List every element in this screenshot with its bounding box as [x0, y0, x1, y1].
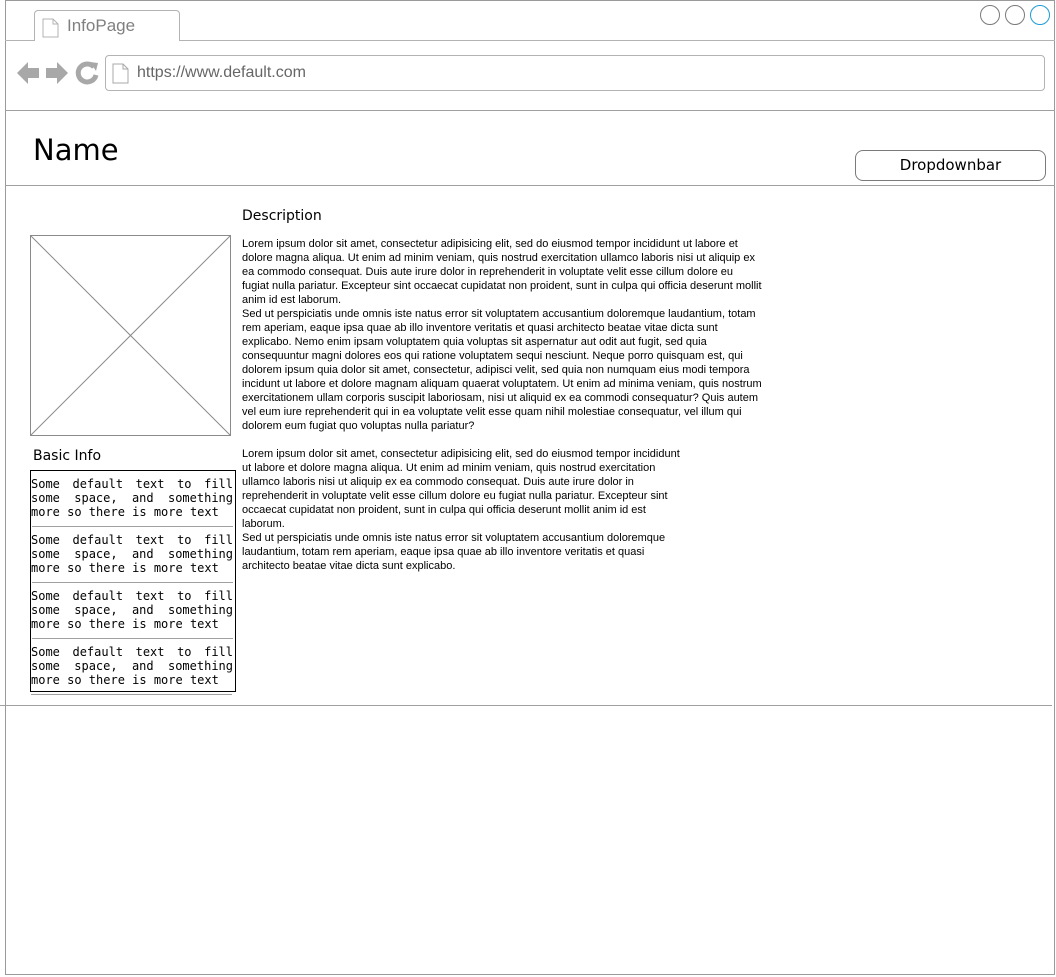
list-divider	[32, 638, 233, 639]
list-divider	[32, 526, 233, 527]
minimize-button[interactable]	[980, 5, 1000, 25]
header-divider	[5, 185, 1055, 186]
page-title: Name	[33, 133, 119, 167]
tab-label: InfoPage	[67, 16, 136, 35]
list-item: Some default text to fill some space, an…	[31, 533, 233, 575]
close-button[interactable]	[1030, 5, 1050, 25]
basic-info-title: Basic Info	[33, 448, 102, 464]
description-paragraph-2: Lorem ipsum dolor sit amet, consectetur …	[242, 448, 680, 572]
forward-arrow-icon[interactable]	[45, 60, 69, 91]
list-item: Some default text to fill some space, an…	[31, 645, 233, 687]
address-bar[interactable]: https://www.default.com	[105, 55, 1045, 91]
toolbar-divider	[5, 110, 1055, 111]
list-item: Some default text to fill some space, an…	[31, 589, 233, 631]
page-icon	[112, 63, 129, 89]
list-item: Some default text to fill some space, an…	[31, 477, 233, 519]
list-divider	[32, 582, 233, 583]
back-arrow-icon[interactable]	[16, 60, 40, 91]
description-paragraph-1: Lorem ipsum dolor sit amet, consectetur …	[242, 238, 762, 432]
dropdown-button[interactable]: Dropdownbar	[855, 150, 1046, 181]
url-text: https://www.default.com	[137, 64, 306, 81]
list-bottom-divider	[31, 694, 232, 695]
reload-icon[interactable]	[74, 60, 100, 91]
image-placeholder	[30, 235, 231, 441]
page-icon	[42, 18, 59, 43]
description-title: Description	[242, 208, 322, 224]
browser-tab[interactable]: InfoPage	[34, 10, 180, 41]
content-bottom-divider	[0, 705, 1052, 706]
maximize-button[interactable]	[1005, 5, 1025, 25]
basic-info-list: Some default text to fill some space, an…	[30, 470, 236, 692]
